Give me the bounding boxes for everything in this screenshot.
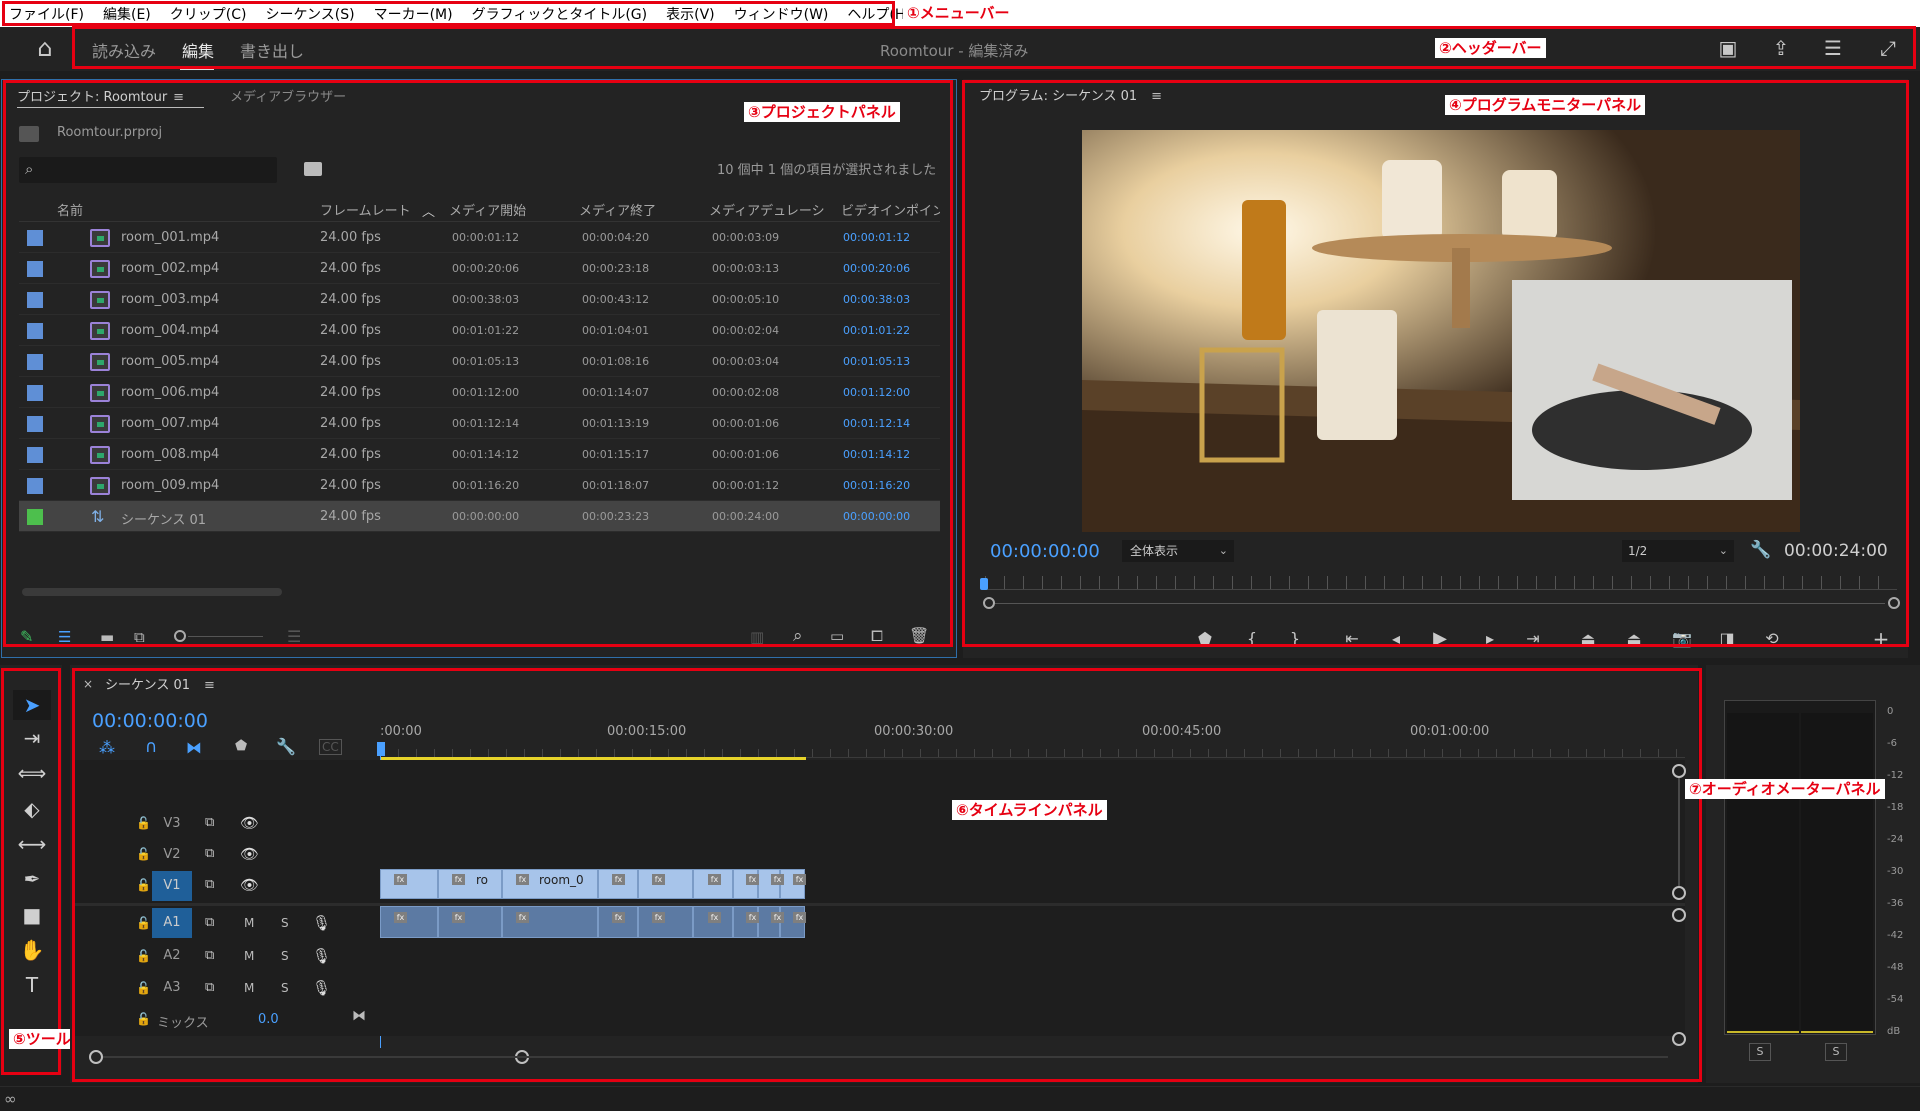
meter-scale-label: -24	[1887, 834, 1904, 845]
project-highlight	[3, 80, 953, 647]
meter-scale-label: -30	[1887, 866, 1904, 877]
meter-scale-label: 0	[1887, 706, 1894, 717]
status-bar: ∞	[0, 1086, 1920, 1111]
meter-channel-left	[1727, 713, 1799, 1033]
meter-scale-label: -6	[1887, 738, 1897, 749]
solo-right-label: S	[1832, 1045, 1840, 1058]
premiere-window: ファイル(F) 編集(E) クリップ(C) シーケンス(S) マーカー(M) グ…	[0, 0, 1920, 1111]
audio-annotation: ⑦オーディオメーターパネル	[1685, 779, 1885, 799]
meter-channel-right	[1801, 713, 1873, 1033]
timeline-highlight	[72, 668, 1702, 1082]
meter-scale-label: -42	[1887, 930, 1904, 941]
solo-left-label: S	[1756, 1045, 1764, 1058]
meter-scale-label: -48	[1887, 962, 1904, 973]
meter-scale-label: -36	[1887, 898, 1904, 909]
solo-left-button[interactable]: S	[1749, 1043, 1771, 1061]
menubar-annotation: ①メニューバー	[903, 3, 1014, 23]
creative-cloud-icon[interactable]: ∞	[4, 1090, 17, 1108]
solo-right-button[interactable]: S	[1825, 1043, 1847, 1061]
program-highlight	[962, 80, 1909, 647]
home-icon[interactable]: ⌂	[33, 36, 57, 60]
meter-scale-label: -12	[1887, 770, 1904, 781]
tools-highlight	[1, 668, 61, 1075]
timeline-annotation: ⑥タイムラインパネル	[952, 800, 1107, 820]
headerbar-annotation: ②ヘッダーバー	[1435, 38, 1546, 58]
header-highlight	[72, 26, 1916, 69]
project-annotation: ③プロジェクトパネル	[744, 102, 900, 122]
meter-scale-label: dB	[1887, 1026, 1901, 1037]
meter-scale-label: -54	[1887, 994, 1904, 1005]
meter-scale-label: -18	[1887, 802, 1904, 813]
program-annotation: ④プログラムモニターパネル	[1445, 95, 1646, 115]
menubar-highlight	[2, 1, 895, 26]
